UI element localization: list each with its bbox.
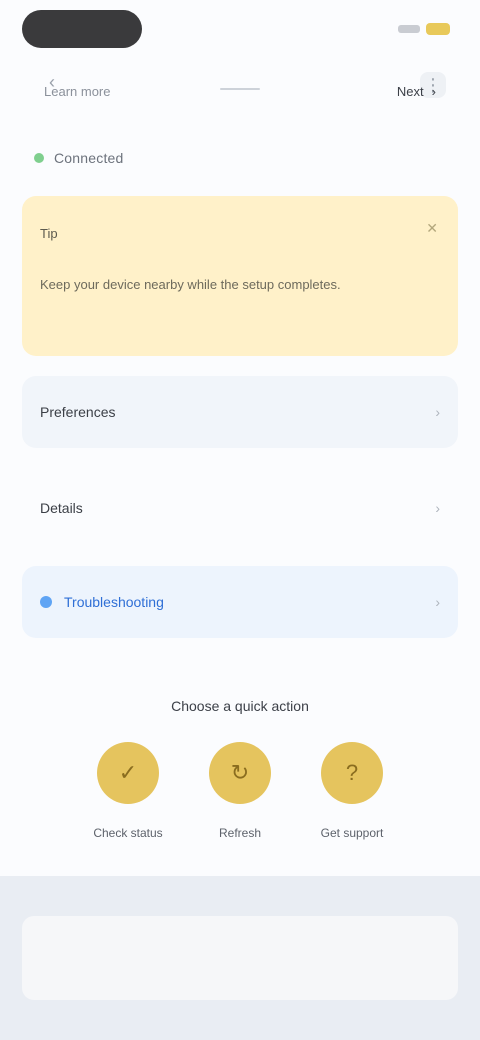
row-label: Details [40, 500, 83, 516]
quick-actions: ✓ Check status ↻ Refresh ? Get support [72, 742, 408, 840]
next-label: Next [396, 84, 424, 99]
banner-text: Keep your device nearby while the setup … [40, 277, 341, 292]
action-check-status[interactable]: ✓ Check status [72, 742, 184, 840]
chevron-right-icon: › [435, 594, 440, 610]
status-indicators [398, 20, 450, 38]
tip-banner: Tip ✕ Keep your device nearby while the … [22, 196, 458, 356]
list-item-preferences[interactable]: Preferences › [22, 376, 458, 448]
list-item-troubleshooting[interactable]: Troubleshooting › [22, 566, 458, 638]
action-label: Check status [93, 826, 163, 840]
row-label: Troubleshooting [64, 594, 164, 610]
info-dot-icon [40, 596, 52, 608]
home-indicator [220, 88, 260, 90]
next-button[interactable]: Next › [397, 84, 436, 99]
connection-status: Connected [34, 150, 124, 166]
connection-label: Connected [54, 150, 124, 166]
action-refresh[interactable]: ↻ Refresh [184, 742, 296, 840]
support-icon: ? [321, 742, 383, 804]
bottom-bar [0, 876, 480, 1040]
check-icon: ✓ [97, 742, 159, 804]
refresh-icon: ↻ [209, 742, 271, 804]
bottom-panel [22, 916, 458, 1000]
action-label: Get support [320, 826, 384, 840]
close-icon[interactable]: ✕ [426, 220, 438, 237]
learn-more-link[interactable]: Learn more [44, 84, 110, 99]
chevron-right-icon: › [431, 84, 436, 99]
quick-actions-title: Choose a quick action [171, 698, 309, 714]
chevron-right-icon: › [435, 404, 440, 420]
dynamic-island [22, 10, 142, 48]
list-item-details[interactable]: Details › [22, 472, 458, 544]
signal-icon [398, 25, 420, 33]
connected-dot-icon [34, 153, 44, 163]
action-label: Refresh [218, 826, 262, 840]
battery-icon [426, 23, 450, 35]
action-get-support[interactable]: ? Get support [296, 742, 408, 840]
row-label: Preferences [40, 404, 116, 420]
banner-title: Tip [40, 226, 58, 241]
chevron-right-icon: › [435, 500, 440, 516]
